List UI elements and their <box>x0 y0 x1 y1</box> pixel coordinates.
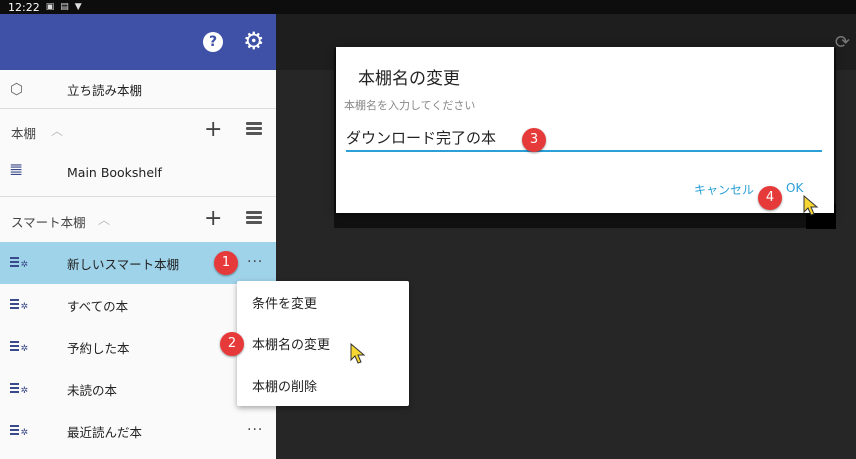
bookshelf-name-input[interactable] <box>346 124 822 152</box>
help-icon[interactable]: ? <box>203 32 223 52</box>
smart-shelf-icon: ✲ <box>10 257 28 270</box>
drawer-item-label: 立ち読み本棚 <box>67 82 143 98</box>
cursor-arrow-icon <box>350 343 366 364</box>
step-marker-2: 2 <box>220 332 244 356</box>
section-label: スマート本棚 <box>11 215 86 230</box>
smart-shelf-icon: ✲ <box>10 425 28 438</box>
stack-icon[interactable] <box>246 211 262 225</box>
chevron-up-icon[interactable]: ︿ <box>51 122 63 139</box>
drawer-item-label: Main Bookshelf <box>67 164 162 180</box>
cancel-button[interactable]: キャンセル <box>694 181 754 198</box>
drawer-item-main-bookshelf[interactable]: 𝍤 Main Bookshelf <box>0 154 276 190</box>
step-marker-1: 1 <box>214 251 238 275</box>
drawer-item-preview-shelf[interactable]: ⬡ 立ち読み本棚 <box>0 70 276 108</box>
download-icon: ▼ <box>74 2 82 12</box>
dialog-title: 本棚名の変更 <box>358 69 460 89</box>
smart-shelf-icon: ✲ <box>10 383 28 396</box>
add-smart-bookshelf-button[interactable]: + <box>204 206 222 231</box>
navigation-drawer: ? ⚙ ⬡ 立ち読み本棚 本棚 ︿ + 𝍤 Main Bookshelf スマー… <box>0 14 276 459</box>
smart-shelf-item[interactable]: ✲ 最近読んだ本 ··· <box>0 410 276 452</box>
smart-shelf-item[interactable]: ✲ すべての本 <box>0 284 276 326</box>
gear-icon[interactable]: ⚙ <box>243 28 265 54</box>
smart-shelf-icon: ✲ <box>10 341 28 354</box>
smart-shelf-label: 予約した本 <box>67 340 130 356</box>
drawer-header: ? ⚙ <box>0 14 276 70</box>
sim-icon: ▤ <box>60 2 69 12</box>
menu-item-change-conditions[interactable]: 条件を変更 <box>252 293 317 312</box>
chevron-up-icon[interactable]: ︿ <box>98 211 110 228</box>
section-label: 本棚 <box>11 126 37 141</box>
divider <box>0 196 276 197</box>
smart-shelf-label: すべての本 <box>67 298 129 314</box>
stack-icon[interactable] <box>246 122 262 136</box>
menu-item-delete-bookshelf[interactable]: 本棚の削除 <box>252 376 317 395</box>
status-bar: 12:22 ▣ ▤ ▼ <box>0 0 856 14</box>
books-icon: 𝍤 <box>10 160 23 179</box>
smart-shelf-label: 最近読んだ本 <box>67 424 143 440</box>
context-menu: 条件を変更 本棚名の変更 本棚の削除 <box>237 281 409 406</box>
step-marker-4: 4 <box>758 186 782 210</box>
dialog-prompt: 本棚名を入力してください <box>344 99 476 112</box>
add-bookshelf-button[interactable]: + <box>204 117 222 142</box>
menu-item-rename-bookshelf[interactable]: 本棚名の変更 <box>252 334 330 353</box>
rename-dialog: 本棚名の変更 本棚名を入力してください キャンセル OK <box>336 47 834 213</box>
cursor-arrow-icon <box>803 195 819 216</box>
section-smart-bookshelves: スマート本棚 ︿ + <box>0 203 276 239</box>
ok-button[interactable]: OK <box>786 181 803 195</box>
more-icon[interactable]: ··· <box>247 422 263 438</box>
smart-shelf-label: 新しいスマート本棚 <box>67 256 180 272</box>
cube-icon: ⬡ <box>10 80 24 98</box>
section-bookshelves: 本棚 ︿ + <box>0 114 276 150</box>
status-time: 12:22 <box>8 0 40 14</box>
smart-shelf-item[interactable]: ✲ 未読の本 <box>0 368 276 410</box>
divider <box>0 108 276 109</box>
a-icon: ▣ <box>45 2 55 12</box>
smart-shelf-icon: ✲ <box>10 299 28 312</box>
more-icon[interactable]: ··· <box>247 254 263 270</box>
sync-icon[interactable]: ⟳ <box>835 32 850 53</box>
smart-shelf-label: 未読の本 <box>67 382 118 398</box>
step-marker-3: 3 <box>522 128 546 152</box>
